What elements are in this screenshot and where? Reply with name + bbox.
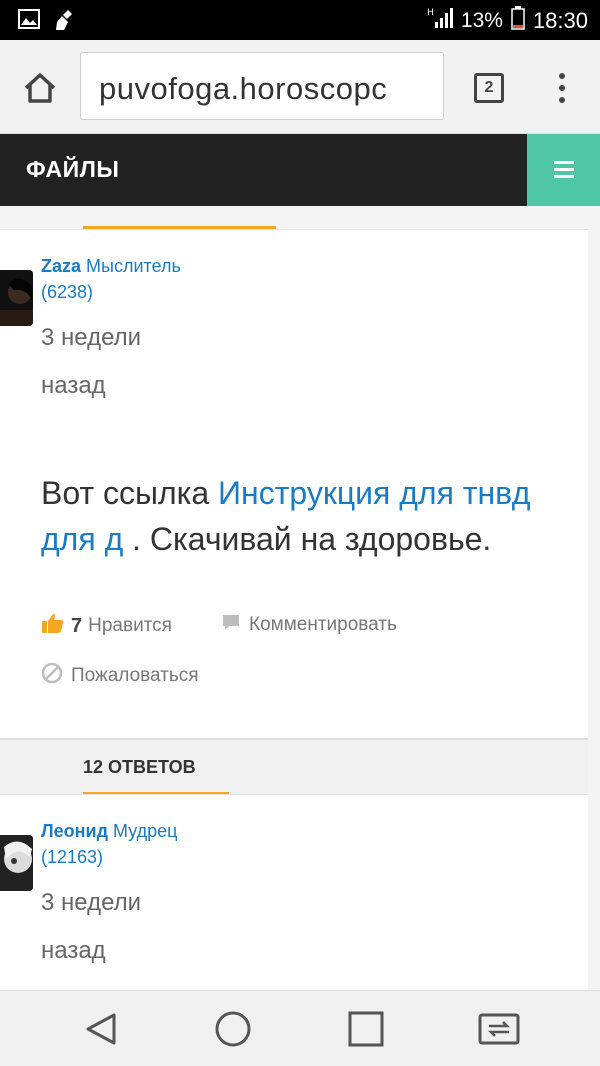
site-header: ФАЙЛЫ [0, 134, 600, 206]
answer-text: Вот ссылка Инструкция для тнвд для д . С… [41, 470, 561, 562]
like-label: Нравится [88, 615, 172, 636]
battery-icon [511, 6, 525, 36]
back-icon[interactable] [82, 1009, 122, 1049]
answers-count-tab[interactable]: 12 ОТВЕТОВ [83, 757, 196, 778]
home-circle-icon[interactable] [213, 1009, 253, 1049]
hamburger-icon[interactable] [527, 134, 600, 206]
clock: 18:30 [532, 8, 588, 33]
comment-label: Комментировать [249, 614, 397, 635]
report-label: Пожаловаться [71, 665, 199, 686]
time-ago: 3 недели назад [41, 314, 241, 410]
page-content: Zaza Мыслитель (6238) 3 недели назад Вот… [0, 206, 600, 990]
cleaner-icon [54, 8, 78, 37]
time-ago-line1: 3 недели [41, 324, 142, 351]
reply-user-rank: Мудрец [113, 821, 178, 841]
like-button[interactable]: 7 Нравится [41, 612, 172, 640]
report-icon [41, 662, 63, 690]
browser-toolbar: puvofoga.horoscopc 2 [0, 40, 600, 134]
url-text: puvofoga.horoscopc [99, 71, 388, 106]
recents-icon[interactable] [346, 1009, 386, 1049]
answer-text-start: Вот ссылка [41, 475, 219, 511]
svg-text:H: H [427, 8, 434, 18]
avatar[interactable] [0, 835, 33, 891]
like-count: 7 [71, 614, 83, 637]
report-button[interactable]: Пожаловаться [41, 662, 199, 690]
reply-time-ago-line2: назад [41, 937, 106, 964]
site-title[interactable]: ФАЙЛЫ [26, 156, 119, 183]
comment-button[interactable]: Комментировать [221, 612, 397, 638]
reply-user-score: (12163) [41, 847, 104, 867]
scroll-edge [588, 206, 600, 990]
switch-icon[interactable] [476, 1009, 520, 1049]
user-score: (6238) [41, 282, 94, 302]
reply-time-ago-line1: 3 недели [41, 889, 142, 916]
home-icon[interactable] [20, 68, 60, 108]
avatar[interactable] [0, 270, 33, 326]
reply-user-name[interactable]: Леонид [41, 821, 108, 841]
reply-card: Леонид Мудрец (12163) 3 недели назад [0, 794, 588, 990]
user-name[interactable]: Zaza [41, 256, 81, 276]
image-icon [18, 8, 40, 37]
more-vert-icon[interactable] [550, 70, 574, 106]
url-field[interactable]: puvofoga.horoscopc [80, 52, 444, 120]
comment-icon [221, 612, 241, 638]
battery-percent: 13% [460, 9, 503, 32]
thumbs-up-icon [41, 612, 65, 640]
signal-icon: H [427, 6, 453, 36]
answer-card: Zaza Мыслитель (6238) 3 недели назад Вот… [0, 229, 588, 739]
system-nav-bar [0, 990, 600, 1066]
reply-time-ago: 3 недели назад [41, 879, 241, 975]
status-bar: H 13% 18:30 [0, 0, 600, 40]
answer-text-end: . Скачивай на здоровье. [123, 521, 492, 557]
user-rank: Мыслитель [86, 256, 181, 276]
tabs-icon[interactable]: 2 [474, 73, 504, 103]
time-ago-line2: назад [41, 372, 106, 399]
answers-section-bar: 12 ОТВЕТОВ [0, 739, 588, 795]
